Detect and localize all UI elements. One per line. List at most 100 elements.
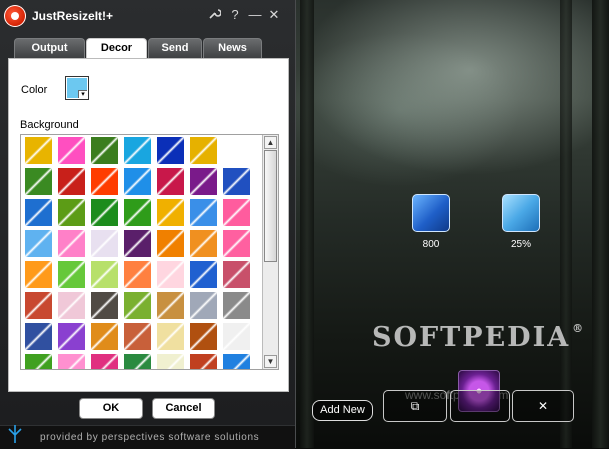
background-tile[interactable] [222,322,251,351]
titlebar: JustResizeIt!+ ? — ✕ [0,0,295,32]
scroll-up-icon[interactable]: ▲ [264,136,277,149]
background-tile[interactable] [90,260,119,289]
background-tile[interactable] [24,136,53,165]
background-tile[interactable] [90,136,119,165]
background-tile[interactable] [57,136,86,165]
tab-news[interactable]: News [203,38,262,58]
preset-label: 25% [510,239,531,250]
background-tile[interactable] [156,291,185,320]
background-tile[interactable] [57,322,86,351]
background-tile[interactable] [189,167,218,196]
watermark-brand: SOFTPEDIA [372,322,571,353]
background-tile[interactable] [57,198,86,227]
background-tile[interactable] [189,136,218,165]
background-tile[interactable] [189,353,218,369]
close-icon: ✕ [537,399,549,413]
background-tile[interactable] [24,229,53,258]
background-tile[interactable] [156,198,185,227]
background-tile[interactable] [90,353,119,369]
background-tile[interactable] [189,291,218,320]
color-swatch-fill: ▾ [67,78,87,98]
background-tile[interactable] [123,229,152,258]
background-tile[interactable] [123,167,152,196]
minimize-icon[interactable]: — [247,7,263,23]
preset-800[interactable]: 800 [411,194,451,250]
background-label: Background [20,119,79,131]
grid-scrollbar[interactable]: ▲ ▼ [262,135,278,369]
background-tile[interactable] [24,198,53,227]
app-logo-icon [4,5,26,27]
resize-size-icon[interactable] [412,194,450,232]
close-icon[interactable]: ✕ [266,7,282,23]
tab-send[interactable]: Send [148,38,202,58]
background-tile[interactable] [222,198,251,227]
background-tile[interactable] [222,353,251,369]
preset-label: 800 [422,239,440,250]
background-tile[interactable] [222,260,251,289]
background-tile[interactable] [90,229,119,258]
background-tile[interactable] [222,167,251,196]
background-grid: ▲ ▼ [20,134,279,370]
background-tile[interactable] [189,322,218,351]
background-tile[interactable] [90,167,119,196]
tree-trunk [592,0,609,448]
background-tile[interactable] [123,353,152,369]
background-tile[interactable] [123,322,152,351]
tree-trunk [300,0,314,448]
background-tile[interactable] [156,353,185,369]
background-tile[interactable] [57,353,86,369]
background-tile[interactable] [156,136,185,165]
app-title: JustResizeIt!+ [32,9,114,23]
cancel-button[interactable]: Cancel [152,398,215,419]
copy-icon: ⧉ [410,399,420,413]
tab-output[interactable]: Output [14,38,85,58]
footer: provided by perspectives software soluti… [0,425,295,449]
background-tile[interactable] [123,136,152,165]
background-tile[interactable] [156,260,185,289]
background-tile[interactable] [156,229,185,258]
ok-button[interactable]: OK [79,398,143,419]
background-tile[interactable] [189,229,218,258]
help-icon[interactable]: ? [227,7,243,23]
copy-button[interactable]: ⧉ [383,390,447,422]
color-picker[interactable]: ▾ [65,76,89,100]
background-tile[interactable] [156,167,185,196]
background-tile[interactable] [24,353,53,369]
background-tile[interactable] [90,291,119,320]
background-tile[interactable] [156,322,185,351]
background-tile[interactable] [57,167,86,196]
dropdown-arrow-icon: ▾ [78,90,87,98]
background-tile[interactable] [123,260,152,289]
background-tile[interactable] [24,260,53,289]
color-label: Color [21,84,48,96]
background-tile[interactable] [57,229,86,258]
selected-thumbnail-button[interactable] [450,390,510,422]
background-tile[interactable] [189,260,218,289]
remove-button[interactable]: ✕ [512,390,574,422]
perspectives-logo-icon [8,425,22,443]
tab-decor[interactable]: Decor [86,38,147,59]
background-tile[interactable] [24,291,53,320]
background-tile[interactable] [123,291,152,320]
background-tile[interactable] [24,167,53,196]
tree-trunk [560,0,572,448]
background-tile[interactable] [90,322,119,351]
scroll-down-icon[interactable]: ▼ [264,355,277,368]
background-tile[interactable] [189,198,218,227]
preset-25-percent[interactable]: 25% [501,194,541,250]
footer-text: provided by perspectives software soluti… [40,432,260,443]
background-tile[interactable] [57,260,86,289]
background-tile[interactable] [123,198,152,227]
background-tile[interactable] [57,291,86,320]
add-new-button[interactable]: Add New [312,400,373,421]
scroll-thumb[interactable] [264,150,277,262]
background-tile[interactable] [222,229,251,258]
background-tile[interactable] [90,198,119,227]
background-tile[interactable] [24,322,53,351]
settings-panel: JustResizeIt!+ ? — ✕ Output Decor Send N… [0,0,296,449]
background-tile[interactable] [222,291,251,320]
decor-tab-content: Color ▾ Background ▲ ▼ [8,58,289,392]
watermark-reg: ® [572,322,586,335]
resize-percent-icon[interactable] [502,194,540,232]
wrench-icon[interactable] [206,7,222,24]
